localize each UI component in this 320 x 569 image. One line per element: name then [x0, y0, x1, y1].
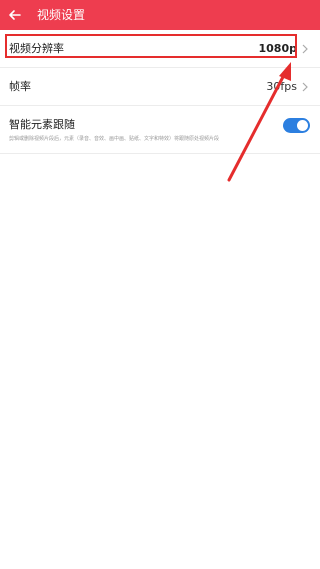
top-app-bar: 视频设置: [0, 0, 320, 30]
chevron-right-icon: [302, 82, 308, 92]
smart-tracking-toggle[interactable]: [283, 118, 310, 133]
chevron-right-icon: [302, 44, 308, 54]
page-title: 视频设置: [37, 8, 86, 22]
toggle-knob: [297, 120, 308, 131]
smart-tracking-setting-row: 智能元素跟随 剪辑或删除视频片段后，元素（录音、音效、画中画、贴纸、文字和特效）…: [0, 106, 320, 154]
back-arrow-icon[interactable]: [6, 6, 24, 24]
frame-rate-label: 帧率: [9, 80, 31, 93]
annotation-highlight-box: [5, 34, 297, 58]
frame-rate-value: 30fps: [266, 80, 297, 93]
smart-tracking-description: 剪辑或删除视频片段后，元素（录音、音效、画中画、贴纸、文字和特效）将跟随原处视频…: [9, 136, 220, 142]
frame-rate-setting-row[interactable]: 帧率 30fps: [0, 68, 320, 106]
smart-tracking-label: 智能元素跟随: [9, 118, 75, 131]
